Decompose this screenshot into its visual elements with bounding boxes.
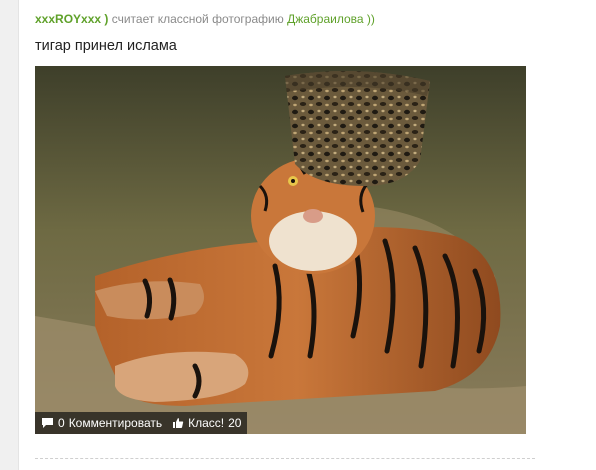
comment-button[interactable]: 0 Комментировать <box>41 416 162 430</box>
tiger-photo-illustration <box>35 66 526 434</box>
action-text: считает классной фотографию <box>111 12 284 26</box>
like-button[interactable]: Класс! 20 <box>172 416 241 430</box>
comment-bubble-icon <box>41 417 54 429</box>
thumbs-up-icon <box>172 417 184 429</box>
feed-post: xxxROYxxx ) считает классной фотографию … <box>35 0 535 470</box>
comments-label: Комментировать <box>68 416 163 430</box>
photo-stats-bar: 0 Комментировать Класс! 20 <box>35 412 248 434</box>
post-divider <box>35 458 535 459</box>
photo[interactable]: 0 Комментировать Класс! 20 <box>35 66 526 434</box>
author-link[interactable]: Джабраилова )) <box>287 12 375 26</box>
likes-count: 20 <box>228 416 242 430</box>
activity-line: xxxROYxxx ) считает классной фотографию … <box>35 12 375 26</box>
left-rail <box>0 0 19 470</box>
comments-count: 0 <box>58 416 65 430</box>
username-link[interactable]: xxxROYxxx ) <box>35 12 108 26</box>
photo-caption: тигар принел ислама <box>35 38 177 54</box>
likes-label: Класс! <box>188 416 225 430</box>
